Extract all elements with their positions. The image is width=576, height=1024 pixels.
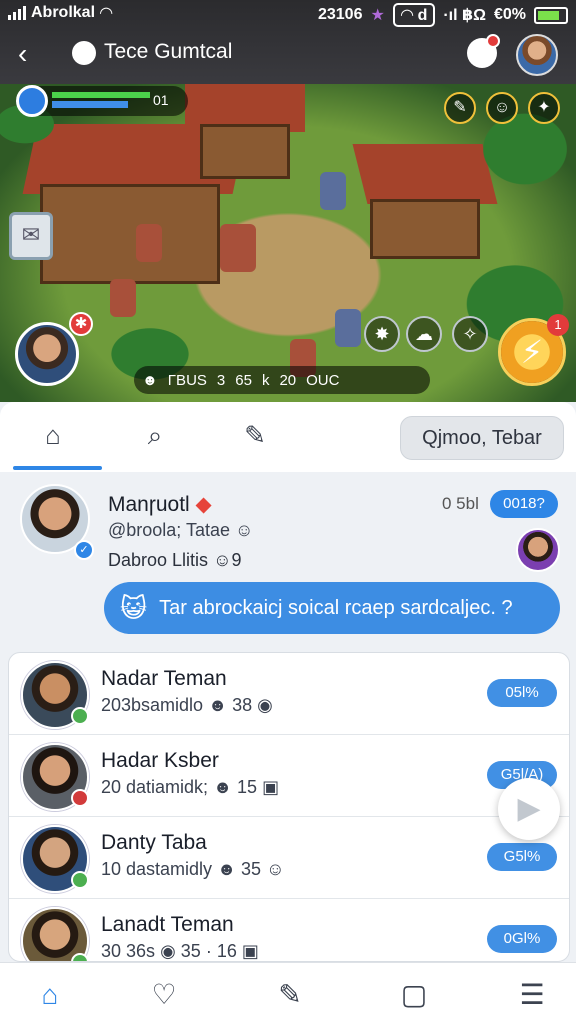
resource-5: OUC xyxy=(306,371,340,389)
burger-icon: ◉ xyxy=(257,695,273,715)
flag-icon: ◆ xyxy=(195,493,212,516)
resource-1: 3 xyxy=(216,371,226,389)
resource-4: 20 xyxy=(279,371,297,389)
post-author: Manɼuotl ◆ xyxy=(108,493,212,516)
coin-icon: ☻ xyxy=(142,371,158,389)
list-item[interactable]: Lanadt Teman 30 36s ◉ 35 · 16 ▣ 0Gl% xyxy=(9,899,569,961)
chevron-left-icon: ‹ xyxy=(18,38,28,69)
friend-name: Danty Taba xyxy=(101,831,207,854)
star-icon: ★ xyxy=(370,7,385,24)
menu-icon[interactable]: ☰ xyxy=(512,975,552,1015)
friend-list: Nadar Teman 203bsamidlo ☻ 38 ◉ 05l% Hada… xyxy=(8,652,570,962)
resource-bar: ☻ ΓBUS 3 65 k 20 OUC xyxy=(134,366,430,394)
status-dot xyxy=(71,707,89,725)
notification-dot xyxy=(486,34,500,48)
home-icon[interactable]: ⌂ xyxy=(36,418,70,452)
resource-3: k xyxy=(261,371,270,389)
player-avatar[interactable] xyxy=(15,322,79,386)
close-icon[interactable]: ✱ xyxy=(69,312,93,336)
skill-ghost-icon[interactable]: ☁ xyxy=(406,316,442,352)
friend-name: Hadar Ksber xyxy=(101,749,219,772)
message-text: Tar abrockaicj soical rcaep sardcaljec. … xyxy=(159,596,513,619)
list-item[interactable]: Danty Taba 10 dastamidly ☻ 35 ☺ G5l% xyxy=(9,817,569,899)
wifi-box-icon: ◠ d xyxy=(392,3,436,27)
signal-icon xyxy=(8,6,26,20)
message-bubble[interactable]: 😺 Tar abrockaicj soical rcaep sardcaljec… xyxy=(104,582,560,634)
home-icon[interactable]: ⌂ xyxy=(30,975,70,1015)
status-dot xyxy=(71,953,89,961)
list-item[interactable]: Hadar Ksber 20 datiamidk; ☻ 15 ▣ G5l/A) xyxy=(9,735,569,817)
wifi-icon: ◠ xyxy=(100,5,113,22)
mail-icon[interactable]: ✉ xyxy=(9,212,53,260)
back-button[interactable]: ‹ xyxy=(18,38,27,70)
friend-meta: 203bsamidlo ☻ 38 ◉ xyxy=(101,695,273,715)
status-dot xyxy=(71,789,89,807)
cat-icon: 😺 xyxy=(120,592,148,623)
play-icon[interactable]: ▶ xyxy=(498,778,560,840)
clock: 23106 xyxy=(317,6,363,23)
friend-badge[interactable]: 05l% xyxy=(487,679,557,707)
team-icon[interactable]: ✦ xyxy=(528,92,560,124)
compose-icon[interactable]: ✎ xyxy=(238,418,272,452)
health-bar: 01 xyxy=(16,85,188,117)
search-icon[interactable]: ⌕ xyxy=(138,418,172,452)
post-handle: @broola; Tatae ☺ xyxy=(108,520,254,540)
smile-icon: ☺ xyxy=(235,520,254,540)
friend-meta: 20 datiamidk; ☻ 15 ▣ xyxy=(101,777,280,797)
gift-icon: ▣ xyxy=(262,777,280,797)
status-dot xyxy=(71,871,89,889)
skill-run-icon[interactable]: ✧ xyxy=(452,316,488,352)
friend-badge[interactable]: G5l% xyxy=(487,843,557,871)
resource-2: 65 xyxy=(235,371,252,389)
gift-icon: ▣ xyxy=(241,941,259,961)
post-card[interactable]: ✓ Manɼuotl ◆ @broola; Tatae ☺ Dabroo Lli… xyxy=(0,472,576,652)
tiger-icon: ☻ xyxy=(213,777,233,797)
status-extra: ·ıl ฿Ω xyxy=(443,7,486,24)
notes-icon[interactable]: ▢ xyxy=(394,975,434,1015)
friend-badge[interactable]: 0Gl% xyxy=(487,925,557,953)
tab-strip: ⌂ ⌕ ✎ Qjmoo, Tebar xyxy=(0,402,576,472)
friend-name: Lanadt Teman xyxy=(101,913,234,936)
smile-icon: ☺ xyxy=(213,550,232,570)
friend-name: Nadar Teman xyxy=(101,667,227,690)
verified-icon: ✓ xyxy=(74,540,94,560)
hud-level: 01 xyxy=(153,92,169,108)
shield-icon xyxy=(16,85,48,117)
burger-icon: ◉ xyxy=(160,941,176,961)
tiger-icon: ☻ xyxy=(217,859,237,879)
profile-avatar[interactable] xyxy=(516,34,558,76)
smile-icon: ☺ xyxy=(266,859,285,879)
skill-rage-icon[interactable]: ✸ xyxy=(364,316,400,352)
compose-icon[interactable]: ✎ xyxy=(270,975,310,1015)
battery-label: €0% xyxy=(493,6,526,23)
heart-icon[interactable]: ♡ xyxy=(144,975,184,1015)
page-title: Tece Gumtcal xyxy=(104,40,233,63)
post-time: 0 5bl xyxy=(442,494,479,513)
list-item[interactable]: Nadar Teman 203bsamidlo ☻ 38 ◉ 05l% xyxy=(9,653,569,735)
friend-meta: 10 dastamidly ☻ 35 ☺ xyxy=(101,859,285,879)
app-header: Abrolkal ◠ 23106 ★ ◠ d ·ıl ฿Ω €0% ‹ Tece… xyxy=(0,0,576,84)
battery-icon xyxy=(534,6,568,24)
quest-icon[interactable]: ✎ xyxy=(444,92,476,124)
friend-meta: 30 36s ◉ 35 · 16 ▣ xyxy=(101,941,259,961)
bottom-nav: ⌂ ♡ ✎ ▢ ☰ xyxy=(0,962,576,1024)
side-avatar[interactable] xyxy=(516,528,560,572)
emote-icon[interactable]: ☺ xyxy=(486,92,518,124)
post-line: Dabroo Llitis ☺9 xyxy=(108,550,242,570)
post-badge[interactable]: 0018? xyxy=(490,490,558,518)
resource-0: ΓBUS xyxy=(167,371,207,389)
carrier-label: Abrolkal xyxy=(31,4,96,21)
status-bar: Abrolkal ◠ 23106 ★ ◠ d ·ıl ฿Ω €0% xyxy=(0,0,576,27)
tab-indicator xyxy=(13,466,102,470)
power-badge: 1 xyxy=(547,314,569,336)
app-logo-icon xyxy=(72,41,96,65)
action-button[interactable]: Qjmoo, Tebar xyxy=(400,416,564,460)
tiger-icon: ☻ xyxy=(208,695,228,715)
game-view[interactable]: 01 ✎ ☺ ✦ ✉ ✱ ☻ ΓBUS 3 65 k 20 OUC ✸ ☁ ✧ … xyxy=(0,84,576,402)
